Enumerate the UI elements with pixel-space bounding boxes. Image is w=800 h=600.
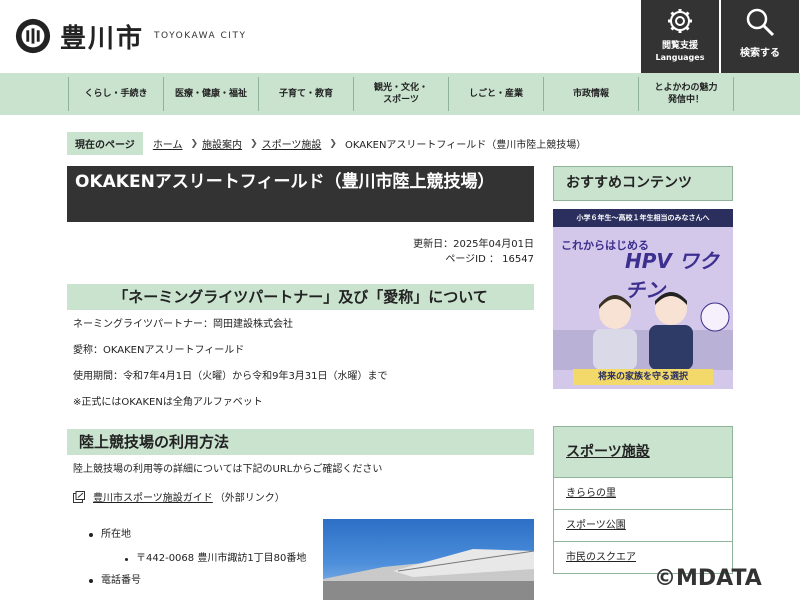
watermark: ©MDATA <box>654 566 762 591</box>
external-link-suffix: （外部リンク） <box>214 493 285 504</box>
usage-intro-text: 陸上競技場の利用等の詳細については下記のURLからご確認ください <box>73 464 383 475</box>
nav-item-attractions[interactable]: とよかわの魅力 発信中！ <box>639 77 734 111</box>
site-header: 豊川市 TOYOKAWA CITY 閲覧支援 Languages 検索する <box>0 0 800 73</box>
search-button[interactable]: 検索する <box>721 0 799 73</box>
nav-item-health[interactable]: 医療・健康・福祉 <box>164 77 259 111</box>
breadcrumb-last: OKAKENアスリートフィールド（豊川市陸上競技場） <box>344 140 587 151</box>
banner-top-text: 小学６年生～高校１年生相当のみなさんへ <box>553 209 733 227</box>
updated-date: 更新日：2025年04月01日 <box>413 239 534 250</box>
search-icon <box>746 8 775 37</box>
nav-item-tourism[interactable]: 観光・文化・ スポーツ <box>354 77 449 111</box>
page-id: ページID ： 16547 <box>445 254 534 265</box>
students-illustration <box>553 292 733 370</box>
site-name: 豊川市 <box>60 23 145 54</box>
list-item: 〒442-0068 豊川市諏訪1丁目80番地 <box>125 552 306 566</box>
languages-label-en: Languages <box>655 53 705 62</box>
sports-guide-link-row: 豊川市スポーツ施設ガイド （外部リンク） <box>67 489 534 504</box>
breadcrumb: 現在のページ ホーム ❯ 施設案内 ❯ スポーツ施設 ❯ OKAKENアスリート… <box>67 132 586 155</box>
page-meta: 更新日：2025年04月01日 ページID ： 16547 <box>67 237 534 267</box>
sports-guide-link[interactable]: 豊川市スポーツ施設ガイド <box>93 489 213 504</box>
nav-item-living[interactable]: くらし・手続き <box>69 77 164 111</box>
sports-item-sports-park[interactable]: スポーツ公園 <box>554 509 732 541</box>
site-logo[interactable]: 豊川市 TOYOKAWA CITY <box>14 17 246 55</box>
list-item: 所在地 <box>89 528 306 542</box>
sports-item-kirara[interactable]: きららの里 <box>554 477 732 509</box>
external-link-icon <box>73 490 85 503</box>
address-label: 所在地 <box>101 529 131 540</box>
section-heading-naming-rights: 「ネーミングライツパートナー」及び「愛称」について <box>67 284 534 310</box>
note-text: ※正式にはOKAKENは全角アルファベット <box>73 397 263 408</box>
nav-item-childcare[interactable]: 子育て・教育 <box>259 77 354 111</box>
breadcrumb-link-sports[interactable]: スポーツ施設 <box>262 136 322 151</box>
facility-info-list: 所在地 〒442-0068 豊川市諏訪1丁目80番地 電話番号 <box>89 528 306 588</box>
list-item: 電話番号 <box>89 574 306 588</box>
address-value: 〒442-0068 豊川市諏訪1丁目80番地 <box>136 553 307 564</box>
sports-facilities-menu: スポーツ施設 きららの里 スポーツ公園 市民のスクエア <box>553 426 733 574</box>
global-nav: くらし・手続き 医療・健康・福祉 子育て・教育 観光・文化・ スポーツ しごと・… <box>0 73 800 115</box>
breadcrumb-link-facilities[interactable]: 施設案内 <box>202 136 242 151</box>
chevron-right-icon: ❯ <box>250 138 258 149</box>
recommend-heading: おすすめコンテンツ <box>553 166 733 201</box>
languages-label: 閲覧支援 <box>661 41 698 51</box>
sidebar: おすすめコンテンツ 小学６年生～高校１年生相当のみなさんへ これからはじめる H… <box>553 166 733 389</box>
phone-label: 電話番号 <box>101 575 141 586</box>
nickname-text: 愛称：OKAKENアスリートフィールド <box>73 345 245 356</box>
nav-item-city-info[interactable]: 市政情報 <box>544 77 639 111</box>
breadcrumb-current-label: 現在のページ <box>67 132 143 155</box>
stadium-photo <box>323 519 534 600</box>
period-text: 使用期間：令和7年4月1日（火曜）から令和9年3月31日（水曜）まで <box>73 371 388 382</box>
hpv-vaccine-banner[interactable]: 小学６年生～高校１年生相当のみなさんへ これからはじめる HPV ワクチン 将来… <box>553 209 733 389</box>
chevron-right-icon: ❯ <box>190 138 199 149</box>
main-content: OKAKENアスリートフィールド（豊川市陸上競技場） 更新日：2025年04月0… <box>67 166 534 600</box>
banner-bottom-text: 将来の家族を守る選択 <box>573 369 713 385</box>
naming-partner-text: ネーミングライツパートナー：岡田建設株式会社 <box>73 319 293 330</box>
sports-facilities-heading[interactable]: スポーツ施設 <box>554 427 732 477</box>
search-label: 検索する <box>740 48 780 59</box>
breadcrumb-link-home[interactable]: ホーム <box>153 136 183 151</box>
city-emblem-icon <box>15 18 51 54</box>
section-heading-usage: 陸上競技場の利用方法 <box>67 429 534 455</box>
nav-item-work[interactable]: しごと・産業 <box>449 77 544 111</box>
languages-button[interactable]: 閲覧支援 Languages <box>641 0 719 73</box>
chevron-right-icon: ❯ <box>329 138 337 149</box>
gear-icon <box>668 9 692 33</box>
page-title: OKAKENアスリートフィールド（豊川市陸上競技場） <box>67 166 534 222</box>
site-name-en: TOYOKAWA CITY <box>154 31 247 41</box>
